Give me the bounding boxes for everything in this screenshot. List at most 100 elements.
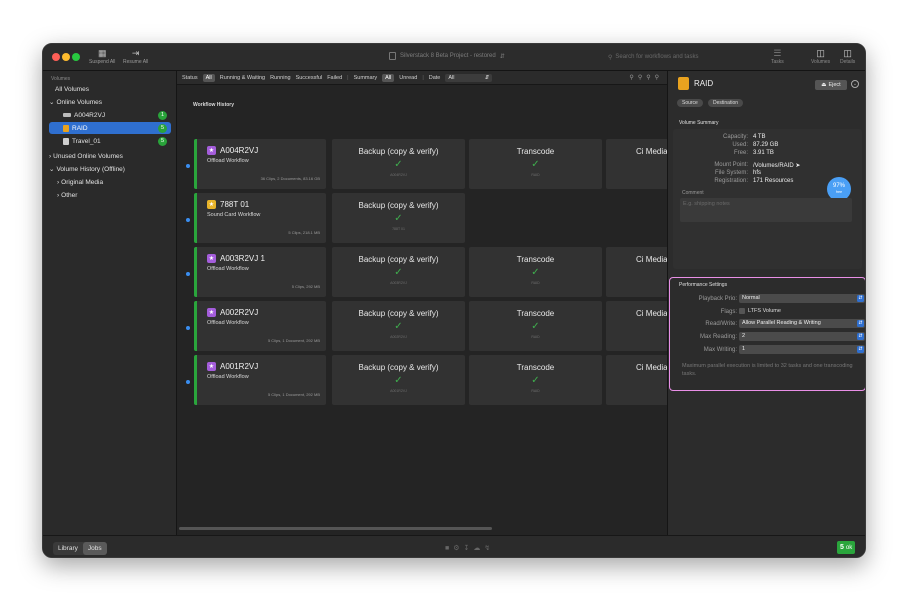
job-type: Offload Workflow (207, 320, 249, 326)
sidebar-group-online-volumes[interactable]: ⌄ Online Volumes (43, 96, 177, 108)
bolt-icon[interactable]: ↯ (484, 545, 494, 552)
sidebar-item-all-volumes[interactable]: All Volumes (43, 83, 177, 95)
workflow-row[interactable]: ★ 788T 01 Sound Card Workflow 5 Clips, 218.… (177, 193, 667, 243)
filter-running[interactable]: Running (270, 75, 291, 81)
job-card[interactable]: ★ A004R2VJ Offload Workflow 36 Clips, 2 Doc… (194, 139, 326, 189)
tab-jobs[interactable]: Jobs (82, 542, 107, 555)
minimize-window-button[interactable] (62, 53, 70, 61)
filter-failed[interactable]: Failed (327, 75, 342, 81)
task-card[interactable]: Backup (copy & verify) ✓ A004R2VJ (332, 139, 465, 189)
zoom-window-button[interactable] (72, 53, 80, 61)
comment-input[interactable]: E.g. shipping notes (680, 198, 852, 222)
job-meta: 36 Clips, 2 Documents, 83.16 GB (260, 176, 320, 181)
sidebar-left-icon: ◫ (816, 48, 825, 58)
zoom-controls[interactable]: ⚲⚲⚲⚲ (629, 74, 663, 81)
sidebar-group-original-media[interactable]: › Original Media (43, 176, 177, 188)
task-title: Backup (copy & verify) (358, 255, 439, 264)
job-name: A002R2VJ (220, 308, 259, 317)
task-card[interactable]: Transcode ✓ RAID (469, 355, 602, 405)
sidebar-item-a004r2vj[interactable]: A004R2VJ 1 (43, 109, 177, 121)
filter-successful[interactable]: Successful (296, 75, 323, 81)
eject-icon: ⏏ (821, 82, 827, 88)
job-meta: 5 Clips, 1 Document, 292 MB (267, 338, 320, 343)
task-card[interactable]: Backup (copy & verify) ✓ A001R2VJ (332, 355, 465, 405)
sidebar-group-volume-history[interactable]: ⌄ Volume History (Offline) (43, 163, 177, 175)
close-window-button[interactable] (52, 53, 60, 61)
job-card[interactable]: ★ A002R2VJ Offload Workflow 5 Clips, 1 Docu… (194, 301, 326, 351)
eject-button[interactable]: ⏏ Eject (815, 80, 847, 90)
workflow-row[interactable]: ★ A002R2VJ Offload Workflow 5 Clips, 1 Docu… (177, 301, 739, 351)
chevron-down-icon: ⌄ (49, 166, 55, 173)
task-title: Backup (copy & verify) (358, 147, 439, 156)
view-switcher: Library Jobs (53, 542, 107, 555)
details-button[interactable]: ◫ Details (840, 48, 855, 65)
more-options-icon[interactable]: ⌄ (851, 80, 859, 88)
suspend-icon: ▦ (97, 48, 107, 58)
task-card[interactable]: Transcode ✓ RAID (469, 139, 602, 189)
filter-status-all[interactable]: All (202, 73, 215, 82)
tab-library[interactable]: Library (53, 542, 83, 555)
task-subtitle: A004R2VJ (390, 173, 407, 177)
job-card[interactable]: ★ A003R2VJ 1 Offload Workflow 5 Clips, 292 … (194, 247, 326, 297)
max-reading-select[interactable]: 2 ⇵ (739, 332, 865, 341)
workflow-row[interactable]: ★ A004R2VJ Offload Workflow 36 Clips, 2 Doc… (177, 139, 739, 189)
task-card[interactable]: Backup (copy & verify) ✓ 788T 01 (332, 193, 465, 243)
job-meta: 5 Clips, 292 MB (291, 284, 320, 289)
max-writing-select[interactable]: 1 ⇵ (739, 345, 865, 354)
job-name: 788T 01 (220, 200, 250, 209)
flags-row: Flags: LTFS Volume (720, 308, 781, 315)
job-name: A001R2VJ (220, 362, 259, 371)
reveal-arrow-icon[interactable]: ➤ (795, 163, 800, 169)
unread-dot (186, 164, 190, 168)
checkmark-icon: ✓ (394, 375, 403, 386)
search-field[interactable]: ⚲ Search for workflows and tasks (608, 50, 768, 64)
sidebar-item-travel-01[interactable]: Travel_01 5 (43, 135, 177, 147)
task-subtitle: A002R2VJ (390, 335, 407, 339)
sidebar-group-other[interactable]: › Other (43, 189, 177, 201)
count-badge: 1 (158, 110, 167, 120)
suspend-all-button[interactable]: ▦ Suspend All (89, 48, 115, 65)
filter-unread[interactable]: Unread (399, 75, 417, 81)
performance-settings-header: Performance Settings (679, 282, 728, 288)
task-subtitle: 788T 01 (392, 227, 405, 231)
filter-summary-all[interactable]: All (382, 73, 395, 82)
resume-all-button[interactable]: ⇥ Resume All (123, 48, 148, 65)
ok-status-badge[interactable]: 5 ok (837, 541, 856, 554)
ltfs-checkbox[interactable] (739, 308, 745, 314)
read-write-row: Read/Write: Allow Parallel Reading & Wri… (680, 319, 865, 329)
performance-note: Maximum parallel execution is limited to… (682, 363, 853, 377)
workflow-type-icon: ★ (207, 146, 216, 155)
date-filter-select[interactable]: All ⇵ (445, 73, 493, 82)
task-card[interactable]: Transcode ✓ RAID (469, 247, 602, 297)
count-badge: 5 (158, 123, 167, 133)
task-card[interactable]: Transcode ✓ RAID (469, 301, 602, 351)
volumes-button[interactable]: ◫ Volumes (811, 48, 830, 65)
cloud-icon[interactable]: ☁ (473, 545, 484, 552)
workflow-row[interactable]: ★ A003R2VJ 1 Offload Workflow 5 Clips, 292 … (177, 247, 739, 297)
job-card[interactable]: ★ 788T 01 Sound Card Workflow 5 Clips, 218.… (194, 193, 326, 243)
task-card[interactable]: Backup (copy & verify) ✓ A002R2VJ (332, 301, 465, 351)
tab-source[interactable]: Source (677, 99, 703, 107)
job-meta: 5 Clips, 218.1 MB (288, 230, 320, 235)
chevron-updown-icon: ⇵ (857, 295, 864, 302)
sidebar-group-unused-online[interactable]: › Unused Online Volumes (43, 150, 177, 162)
stop-icon[interactable]: ■ (445, 545, 453, 552)
job-card[interactable]: ★ A001R2VJ Offload Workflow 5 Clips, 1 Docu… (194, 355, 326, 405)
read-write-select[interactable]: Allow Parallel Reading & Writing ⇵ (739, 319, 865, 328)
task-card[interactable]: Backup (copy & verify) ✓ A003R2VJ (332, 247, 465, 297)
tasks-button[interactable]: ☰ Tasks (771, 48, 784, 65)
chevron-updown-icon: ⇵ (857, 346, 864, 353)
sidebar-item-raid[interactable]: RAID 5 (49, 122, 171, 134)
task-subtitle: RAID (531, 389, 540, 393)
playback-prio-select[interactable]: Normal ⇵ (739, 294, 865, 303)
filter-running-waiting[interactable]: Running & Waiting (220, 75, 265, 81)
download-icon[interactable]: ↧ (464, 545, 474, 552)
chevron-updown-icon[interactable]: ⇵ (500, 53, 505, 60)
job-type: Sound Card Workflow (207, 212, 261, 218)
tab-destination[interactable]: Destination (708, 99, 744, 107)
checkmark-icon: ✓ (531, 375, 540, 386)
gear-icon[interactable]: ⚙ (453, 545, 463, 552)
status-icons: ■⚙↧☁↯ (445, 544, 494, 552)
workflow-row[interactable]: ★ A001R2VJ Offload Workflow 5 Clips, 1 Docu… (177, 355, 739, 405)
horizontal-scrollbar[interactable] (179, 527, 492, 530)
